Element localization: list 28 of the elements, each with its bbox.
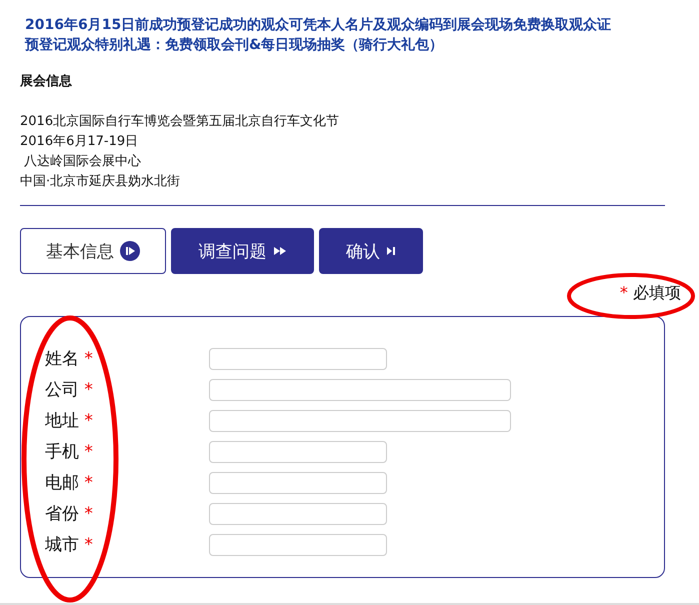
- field-label: 手机 *: [45, 441, 94, 463]
- step-tab[interactable]: 基本信息: [20, 228, 166, 274]
- input-field[interactable]: [209, 534, 387, 556]
- field-label: 姓名 *: [45, 348, 94, 370]
- skip-next-icon: [386, 246, 396, 256]
- field-label: 公司 *: [45, 379, 94, 401]
- step-tab[interactable]: 调查问题: [171, 228, 314, 274]
- field-label: 城市 *: [45, 534, 94, 556]
- info-text: 2016北京国际自行车博览会暨第五届北京自行车文化节: [20, 113, 340, 131]
- info-text: 2016年6月17-19日: [20, 133, 140, 151]
- notice-text: 2016年6月15日前成功预登记成功的观众可凭本人名片及观众编码到展会现场免费换取观众证: [25, 16, 612, 35]
- required-legend: * 必填项: [620, 280, 681, 306]
- input-field[interactable]: [209, 378, 511, 400]
- input-field[interactable]: [209, 502, 387, 524]
- field-label: 地址 *: [45, 410, 94, 432]
- section-heading: 展会信息: [20, 73, 73, 90]
- input-field[interactable]: [209, 410, 511, 432]
- play-icon: [120, 241, 140, 261]
- input-field[interactable]: [209, 440, 387, 462]
- notice-text: 预登记观众特别礼遇：免费领取会刊&每日现场抽奖（骑行大礼包）: [25, 36, 444, 55]
- input-field[interactable]: [209, 348, 387, 370]
- field-label: 电邮 *: [45, 472, 94, 494]
- field-label: 省份 *: [45, 503, 94, 525]
- input-field[interactable]: [209, 472, 387, 494]
- info-text: 八达岭国际会展中心: [23, 153, 142, 171]
- fast-forward-icon: [272, 246, 286, 256]
- step-tab[interactable]: 确认: [319, 228, 423, 274]
- info-text: 中国·北京市延庆县妫水北街: [20, 173, 182, 191]
